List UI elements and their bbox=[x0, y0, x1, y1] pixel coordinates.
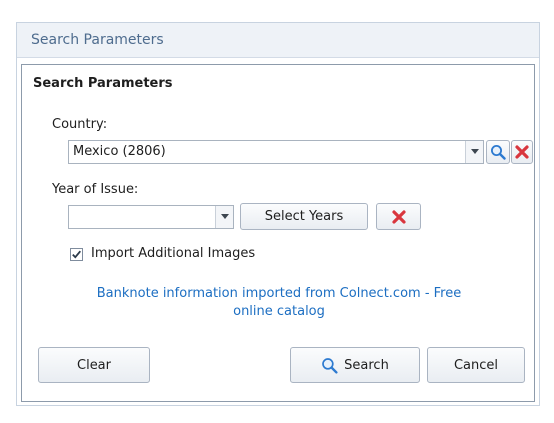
colnect-credit-link[interactable]: Banknote information imported from Colne… bbox=[22, 285, 536, 321]
year-label: Year of Issue: bbox=[52, 182, 139, 197]
year-clear-button[interactable] bbox=[376, 203, 421, 230]
year-combobox[interactable] bbox=[68, 205, 234, 229]
delete-x-icon bbox=[391, 209, 406, 224]
search-parameters-panel: Search Parameters Search Parameters Coun… bbox=[16, 22, 540, 406]
checkmark-icon bbox=[72, 250, 81, 259]
search-icon bbox=[321, 357, 338, 374]
chevron-down-icon bbox=[221, 214, 229, 219]
country-combobox[interactable]: Mexico (2806) bbox=[68, 140, 484, 164]
panel-header-title: Search Parameters bbox=[31, 32, 164, 48]
year-dropdown-button[interactable] bbox=[215, 206, 233, 228]
group-title: Search Parameters bbox=[33, 76, 173, 91]
import-images-checkbox[interactable] bbox=[70, 248, 83, 261]
credit-line-2: online catalog bbox=[233, 304, 325, 319]
chevron-down-icon bbox=[471, 149, 479, 154]
panel-header: Search Parameters bbox=[17, 23, 539, 58]
select-years-button[interactable]: Select Years bbox=[240, 203, 368, 230]
search-button-label: Search bbox=[344, 357, 389, 373]
search-button[interactable]: Search bbox=[290, 347, 420, 383]
country-clear-button[interactable] bbox=[511, 140, 533, 164]
credit-line-1: Banknote information imported from Colne… bbox=[96, 286, 462, 301]
cancel-button[interactable]: Cancel bbox=[427, 347, 525, 383]
search-icon bbox=[491, 145, 506, 160]
delete-x-icon bbox=[515, 145, 529, 159]
country-value: Mexico (2806) bbox=[73, 144, 166, 159]
import-images-label: Import Additional Images bbox=[91, 246, 256, 261]
search-parameters-group: Search Parameters Country: Mexico (2806)… bbox=[21, 64, 535, 402]
clear-button[interactable]: Clear bbox=[38, 347, 150, 383]
country-search-button[interactable] bbox=[486, 140, 510, 164]
country-label: Country: bbox=[52, 117, 108, 132]
country-dropdown-button[interactable] bbox=[465, 141, 483, 163]
